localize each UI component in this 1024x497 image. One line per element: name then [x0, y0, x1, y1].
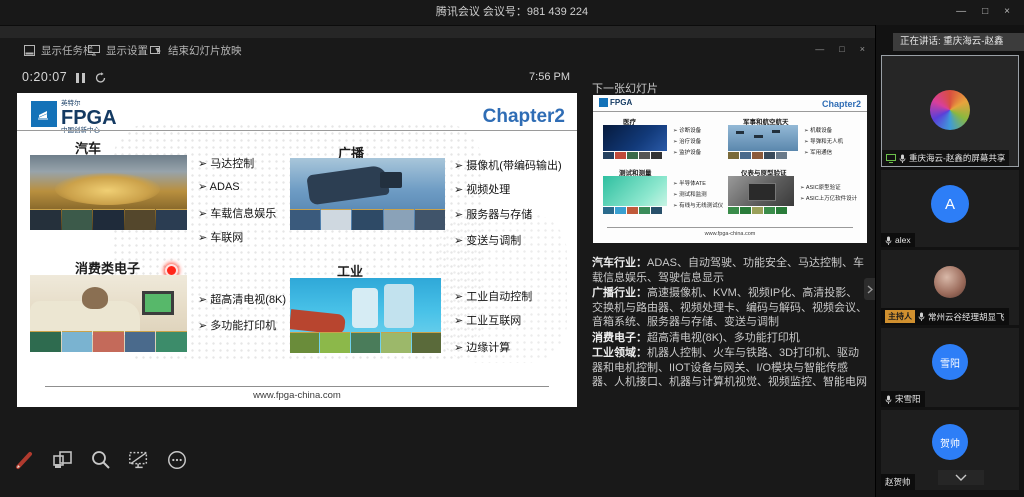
video-tile-alex[interactable]: A alex [881, 170, 1019, 247]
presenter-clock: 7:56 PM [529, 71, 570, 83]
mic-icon [885, 395, 892, 404]
end-slideshow-button[interactable]: 结束幻灯片放映 [150, 43, 242, 58]
video-tile-screen-share[interactable]: 重庆海云-赵鑫的屏幕共享 [881, 55, 1019, 167]
maximize-icon[interactable]: □ [839, 44, 844, 54]
header-divider [17, 130, 577, 131]
participants-scroll-down-button[interactable] [938, 470, 984, 485]
screen-share-icon [886, 154, 896, 163]
close-icon[interactable]: × [860, 44, 865, 54]
note-industrial: 工业领域：机器人控制、火车与铁路、3D打印机、驱动器和电机控制、IIOT设备与网… [592, 346, 868, 390]
zoom-magnifier-icon[interactable] [90, 449, 112, 471]
tv-shape [142, 291, 174, 315]
minimize-icon[interactable]: — [956, 6, 966, 17]
mini-chapter-title: Chapter2 [822, 99, 861, 109]
presentation-timer: 0:20:07 [22, 70, 67, 84]
mini-bullets-proto: ASIC原型验证 ASIC上万亿软件设计 [800, 183, 857, 205]
tile-label-xueyang: 宋雪阳 [895, 393, 921, 405]
mini-fpga-logo: FPGA [599, 98, 632, 107]
note-broadcast: 广播行业：高速摄像机、KVM、视频IP化、高清投影、交换机与路由器、视频处理卡、… [592, 286, 868, 330]
slide-sorter-icon[interactable] [52, 449, 74, 471]
black-screen-icon[interactable] [128, 449, 150, 471]
logo-main-text: FPGA [61, 108, 117, 128]
end-show-icon [150, 45, 162, 56]
timer-row: 0:20:07 7:56 PM [0, 70, 578, 88]
tile-label-host: 常州云谷经理胡显飞 [928, 311, 1005, 323]
note-automotive: 汽车行业：ADAS、自动驾驶、功能安全、马达控制、车载信息娱乐、驾驶信息显示 [592, 256, 868, 285]
camera-shape [306, 165, 389, 206]
mini-footer-divider [607, 227, 853, 228]
meeting-window-controls: — □ × [956, 6, 1010, 17]
shared-presenter-window: 显示任务栏 显示设置 ▼ 结束幻灯片放映 — □ × 0:20:07 7:56 … [0, 38, 875, 497]
video-tile-xueyang[interactable]: 雪阳 宋雪阳 [881, 328, 1019, 407]
speaker-notes: 汽车行业：ADAS、自动驾驶、功能安全、马达控制、车载信息娱乐、驾驶信息显示 广… [592, 256, 868, 391]
annotation-toolbar [14, 440, 188, 480]
camera-lens [380, 172, 402, 188]
broadcast-photo [290, 158, 445, 230]
avatar-heshuai: 贺帅 [932, 424, 968, 460]
meeting-title: 腾讯会议 会议号：981 439 224 [0, 0, 1024, 25]
pipes-shape [290, 309, 346, 335]
display-icon [88, 45, 100, 56]
avatar-host [934, 266, 966, 298]
meeting-title-bar: 腾讯会议 会议号：981 439 224 [0, 0, 1024, 25]
mini-bullets-test: 半导体ATE 测试和监测 有线与无线测试仪 [673, 179, 723, 213]
more-options-icon[interactable] [166, 449, 188, 471]
tank-shape-2 [384, 284, 414, 328]
taskbar-icon [24, 45, 35, 56]
chapter-title: Chapter2 [483, 106, 565, 128]
pause-timer-icon[interactable] [76, 73, 85, 83]
show-taskbar-button[interactable]: 显示任务栏 [24, 43, 94, 58]
car-shape [55, 173, 160, 205]
mini-bullets-military: 机载设备 导弹和无人机 军用通信 [804, 126, 843, 160]
avatar-screen-share [930, 90, 970, 130]
tank-shape-1 [352, 288, 378, 328]
video-tile-host[interactable]: 主持人 常州云谷经理胡显飞 [881, 250, 1019, 325]
avatar-alex: A [931, 185, 969, 223]
presenter-window-controls: — □ × [815, 44, 865, 54]
industrial-photo [290, 278, 441, 353]
mic-icon [899, 154, 906, 163]
mini-photo-medical [603, 125, 667, 151]
mini-photo-military [728, 125, 798, 151]
mini-footer-url: www.fpga-china.com [593, 231, 867, 237]
avatar-xueyang: 雪阳 [932, 344, 968, 380]
next-slide-label: 下一张幻灯片 [592, 80, 658, 96]
mini-photo-proto [728, 176, 794, 206]
maximize-icon[interactable]: □ [982, 6, 988, 17]
chevron-down-icon [955, 474, 967, 481]
close-icon[interactable]: × [1004, 6, 1010, 17]
minimize-icon[interactable]: — [815, 44, 824, 54]
slide-footer-url: www.fpga-china.com [17, 390, 577, 401]
mic-icon [918, 312, 925, 321]
current-slide: 英特尔 FPGA 中国创新中心 Chapter2 汽车 马达控制 ADAS 车载… [17, 93, 577, 407]
person-shape [82, 287, 108, 309]
automotive-photo [30, 155, 187, 230]
sidebar-collapse-handle[interactable] [864, 278, 875, 300]
footer-divider [45, 386, 549, 387]
next-slide-thumbnail[interactable]: FPGA Chapter2 医疗 诊断设备 治疗设备 监护设备 军事和航空航天 … [593, 95, 867, 243]
mini-header-divider [593, 111, 867, 112]
mini-photo-test [603, 176, 667, 206]
restart-timer-icon[interactable] [94, 71, 107, 84]
note-consumer: 消费电子：超高清电视(8K)、多功能打印机 [592, 331, 868, 346]
share-top-strip [0, 25, 1024, 39]
tile-label-alex: alex [895, 235, 911, 245]
fpga-logo-icon [31, 101, 57, 127]
tile-label-heshuai: 赵贺帅 [885, 476, 911, 488]
tile-label-screen-share: 重庆海云-赵鑫的屏幕共享 [909, 152, 1005, 164]
speaking-toast: 正在讲话: 重庆海云-赵鑫 [893, 33, 1024, 51]
pen-icon[interactable] [14, 449, 36, 471]
consumer-photo [30, 275, 187, 352]
host-badge: 主持人 [885, 310, 915, 323]
mini-bullets-medical: 诊断设备 治疗设备 监护设备 [673, 126, 701, 160]
mic-icon [885, 236, 892, 245]
